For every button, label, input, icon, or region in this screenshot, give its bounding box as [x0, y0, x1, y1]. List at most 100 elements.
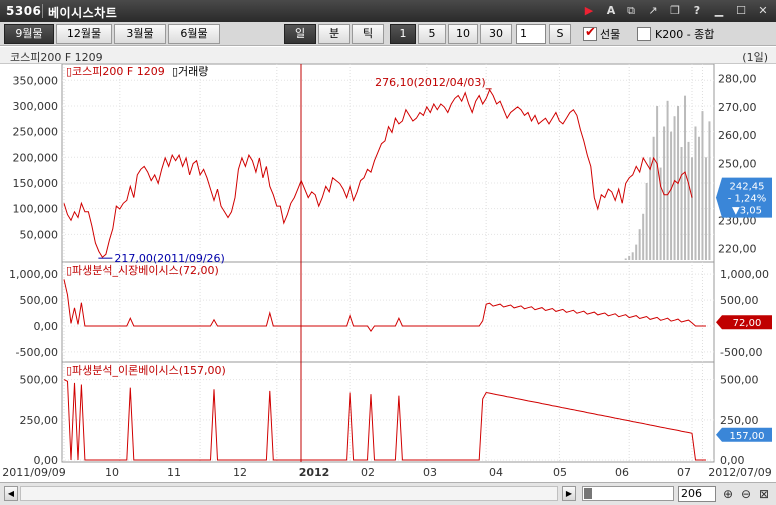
- x-axis: 2011/09/09 10 11 12 2012 02 03 04 05 06 07 2012/07/…: [2, 466, 771, 479]
- chart-area[interactable]: 350,000300,000250,000200,000150,000100,0…: [0, 64, 776, 482]
- y-tick-label-right: 250,00: [718, 158, 757, 171]
- volume-bar: [697, 136, 700, 260]
- period-button-minute[interactable]: 분: [318, 24, 350, 44]
- close-icon[interactable]: ✕: [756, 4, 770, 18]
- y-tick-label-left: 350,000: [13, 74, 59, 87]
- contract-button-mar[interactable]: 3월물: [114, 24, 166, 44]
- x-tick-label: 2012: [299, 466, 330, 479]
- y-tick-label-right: 250,00: [720, 414, 759, 427]
- y-tick-label-right: 280,00: [718, 73, 757, 86]
- chart-header: 코스피200 F 1209 (1일): [0, 47, 776, 64]
- y-tick-label-right: 1,000,00: [720, 268, 769, 281]
- arrow-right-icon[interactable]: ▶: [582, 4, 596, 18]
- y-tick-label-right: -500,00: [720, 346, 762, 359]
- legend-volume: ▯거래량: [172, 65, 208, 78]
- y-tick-label-left: 100,000: [13, 203, 59, 216]
- y-tick-label-left: 150,000: [13, 177, 59, 190]
- period-button-tick[interactable]: 틱: [352, 24, 384, 44]
- window-code: 5306: [6, 4, 42, 18]
- volume-bar: [649, 157, 652, 260]
- x-tick-label: 07: [677, 466, 691, 479]
- x-tick-label: 2012/07/09: [708, 466, 771, 479]
- fit-icon[interactable]: ⊠: [756, 486, 772, 502]
- copy-icon[interactable]: ⧉: [624, 4, 638, 18]
- high-annotation: 276,10(2012/04/03): [375, 76, 485, 89]
- zoom-out-icon[interactable]: ⊖: [738, 486, 754, 502]
- volume-bar: [680, 147, 683, 260]
- window-title: 베이시스차트: [48, 6, 118, 20]
- y-tick-label-left: 500,00: [20, 294, 59, 307]
- interval-button-30[interactable]: 30: [480, 24, 512, 44]
- volume-bar: [684, 95, 687, 260]
- title-separator: [42, 4, 43, 18]
- volume-bar: [687, 141, 690, 260]
- y-tick-label-left: 50,000: [20, 228, 59, 241]
- volume-bar: [635, 244, 638, 260]
- legend-theoretical-basis: ▯파생분석_이론베이시스(157,00): [66, 364, 226, 377]
- volume-bar: [652, 136, 655, 260]
- y-tick-label-left: 200,000: [13, 151, 59, 164]
- interval-button-10[interactable]: 10: [448, 24, 478, 44]
- chart-instrument-name: 코스피200 F 1209: [10, 51, 103, 64]
- y-tick-label-left: 0,00: [34, 320, 59, 333]
- y-tick-label-left: 1,000,00: [9, 268, 58, 281]
- restore-icon[interactable]: ❐: [668, 4, 682, 18]
- x-tick-label: 2011/09/09: [2, 466, 65, 479]
- theoretical-basis-value-text: 157,00: [730, 431, 765, 442]
- x-tick-label: 12: [233, 466, 247, 479]
- period-button-day[interactable]: 일: [284, 24, 316, 44]
- x-tick-label: 04: [489, 466, 503, 479]
- volume-bar: [673, 116, 676, 260]
- chart-period-label: (1일): [742, 51, 768, 64]
- futures-checkbox[interactable]: [583, 25, 597, 41]
- x-tick-label: 10: [105, 466, 119, 479]
- help-icon[interactable]: ?: [690, 4, 704, 18]
- title-bar: 5306 베이시스차트 ▶ A ⧉ ↗ ❐ ? ▁ ☐ ✕: [0, 0, 776, 22]
- scroll-right-icon[interactable]: ▶: [562, 486, 576, 501]
- current-price-text: - 1,24%: [728, 194, 767, 205]
- y-tick-label-left: 500,00: [20, 374, 59, 387]
- zoom-slider[interactable]: [582, 486, 674, 501]
- y-tick-label-right: 500,00: [720, 374, 759, 387]
- zoom-slider-thumb[interactable]: [584, 488, 592, 499]
- bottom-bar: ◀ ▶ 206 ⊕ ⊖ ⊠: [0, 482, 776, 505]
- y-tick-label-left: -500,00: [16, 346, 58, 359]
- interval-button-5[interactable]: 5: [418, 24, 446, 44]
- x-tick-label: 06: [615, 466, 629, 479]
- volume-bar: [645, 182, 648, 260]
- x-tick-label: 11: [167, 466, 181, 479]
- volume-bar: [704, 157, 707, 260]
- contract-button-jun[interactable]: 6월물: [168, 24, 220, 44]
- volume-bar: [628, 255, 631, 260]
- interval-button-1[interactable]: 1: [390, 24, 416, 44]
- pin-icon[interactable]: ↗: [646, 4, 660, 18]
- contract-button-dec[interactable]: 12월물: [56, 24, 112, 44]
- y-tick-label-right: 270,00: [718, 101, 757, 114]
- font-icon[interactable]: A: [604, 4, 618, 18]
- zoom-input[interactable]: 206: [678, 486, 716, 502]
- volume-bar: [631, 252, 634, 260]
- futures-label: 선물: [600, 28, 621, 41]
- market-basis-value-text: 72,00: [733, 318, 762, 329]
- k200-label: K200 - 종합: [655, 28, 715, 41]
- interval-input[interactable]: 1: [516, 24, 546, 44]
- volume-bar: [691, 157, 693, 260]
- volume-bar: [624, 258, 627, 260]
- s-button[interactable]: S: [549, 24, 571, 44]
- volume-bar: [694, 126, 697, 260]
- legend-price: ▯코스피200 F 1209: [66, 65, 165, 78]
- contract-button-sep[interactable]: 9월물: [4, 24, 54, 44]
- volume-bar: [670, 131, 673, 260]
- volume-bar: [666, 100, 669, 260]
- k200-checkbox[interactable]: [637, 27, 651, 41]
- zoom-in-icon[interactable]: ⊕: [720, 486, 736, 502]
- current-price-text: 242,45: [730, 182, 765, 193]
- current-price-text: ▼3,05: [732, 206, 762, 217]
- scroll-track[interactable]: [20, 486, 558, 501]
- minimize-icon[interactable]: ▁: [712, 4, 726, 18]
- toolbar: 9월물 12월물 3월물 6월물 일 분 틱 1 5 10 30 1 S 선물 …: [0, 22, 776, 46]
- scroll-left-icon[interactable]: ◀: [4, 486, 18, 501]
- y-tick-label-left: 250,00: [20, 414, 59, 427]
- x-tick-label: 02: [361, 466, 375, 479]
- maximize-icon[interactable]: ☐: [734, 4, 748, 18]
